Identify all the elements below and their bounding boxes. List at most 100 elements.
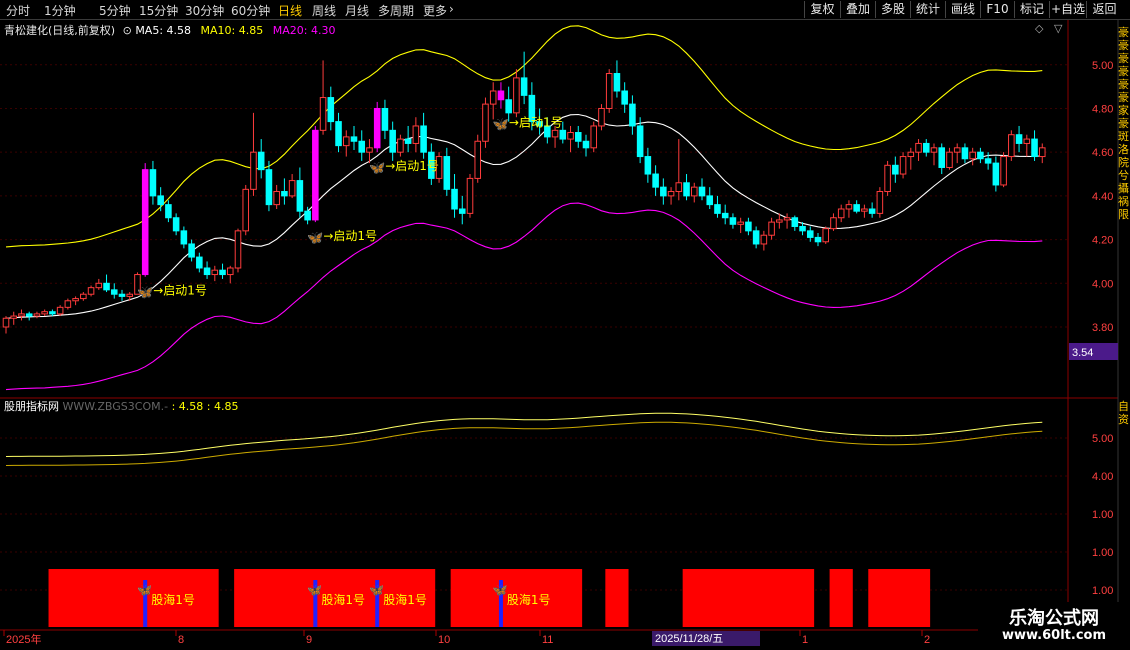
candle-body (582, 140, 590, 149)
indicator-name[interactable]: 股朋指标网 (4, 400, 59, 413)
candle-body (667, 191, 675, 197)
tab-timeshare[interactable]: 分时 (6, 2, 30, 19)
watermark-title: 乐淘公式网 (1009, 608, 1099, 629)
candle-body (474, 140, 482, 179)
candle-body (95, 282, 103, 289)
candle-body (18, 313, 25, 317)
candle-body (768, 221, 775, 236)
candle-body (420, 125, 427, 153)
candle-body (157, 195, 164, 206)
candle-body (126, 293, 134, 297)
date-label: 9 (306, 634, 312, 646)
candle-body (853, 204, 860, 212)
tab-1min[interactable]: 1分钟 (44, 2, 76, 19)
candle-body (706, 195, 714, 206)
candle-body (861, 208, 868, 212)
candle-body (342, 136, 350, 147)
draw-line-button[interactable]: 画线 (945, 1, 980, 18)
candle-body (451, 188, 458, 210)
candle-body (899, 156, 907, 175)
chevron-right-icon[interactable]: › (449, 2, 454, 16)
candle-body (41, 311, 48, 315)
overlay-button[interactable]: 叠加 (840, 1, 875, 18)
candle-body (783, 217, 791, 221)
candle-body (281, 191, 288, 197)
price-axis-label: 5.00 (1092, 60, 1113, 72)
tab-15min[interactable]: 15分钟 (139, 2, 178, 19)
signal-label: 股海1号 (151, 592, 195, 607)
candle-body (574, 132, 582, 142)
candle-body (830, 217, 837, 230)
candle-body (953, 147, 961, 153)
signal-label: →启动1号 (509, 115, 563, 129)
candle-body (868, 208, 876, 214)
tab-multi-period[interactable]: 多周期 (378, 2, 414, 19)
period-toolbar: 分时 1分钟 5分钟 15分钟 30分钟 60分钟 日线 周线 月线 多周期 更… (0, 0, 1130, 20)
candle-body (327, 97, 335, 123)
add-watchlist-button[interactable]: +自选 (1049, 1, 1086, 18)
tab-weekly[interactable]: 周线 (312, 2, 336, 19)
settings-icon[interactable]: ⊙ (123, 24, 132, 37)
candle-body (118, 293, 126, 297)
f10-button[interactable]: F10 (980, 1, 1014, 18)
collapse-icon[interactable]: ▽ (1054, 22, 1062, 35)
candle-body (984, 158, 992, 164)
candle-body (598, 107, 605, 127)
candle-body (33, 313, 41, 317)
restore-right-button[interactable]: 复权 (804, 1, 840, 18)
signal-label: 股海1号 (321, 592, 365, 607)
diamond-icon[interactable]: ◇ (1035, 22, 1043, 35)
candle-body (845, 204, 853, 210)
kline-chart[interactable]: 🦋 →启动1号🦋 →启动1号🦋 →启动1号🦋 →启动1号 🦋股海1号🦋股海1号🦋股海1号… (0, 20, 1130, 650)
butterfly-icon: 🦋 (307, 583, 322, 597)
indicator-bars: 🦋股海1号🦋股海1号🦋股海1号🦋股海1号 (48, 569, 931, 627)
signal-label: →启动1号 (153, 284, 207, 298)
candle-body (110, 289, 118, 295)
back-button[interactable]: 返回 (1086, 1, 1122, 18)
right-side-panel: 豪豪豪豪豪豪家豪斑洛院兮攝祸限 (1118, 20, 1130, 400)
candle-body (698, 186, 706, 197)
candle-body (466, 177, 474, 214)
tab-daily[interactable]: 日线 (278, 2, 302, 19)
tab-30min[interactable]: 30分钟 (185, 2, 224, 19)
candle-body (892, 164, 899, 175)
candle-body (188, 243, 195, 258)
candle-body (876, 191, 884, 214)
date-label: 2025年 (6, 632, 41, 646)
candle-body (938, 147, 946, 168)
ma5-value: MA5: 4.58 (135, 24, 192, 37)
mark-button[interactable]: 标记 (1014, 1, 1049, 18)
candle-body (745, 221, 752, 232)
candle-body (141, 169, 149, 276)
candle-body (652, 173, 659, 188)
indicator-values: : 4.58 : 4.85 (171, 400, 239, 413)
candle-body (103, 282, 110, 291)
date-label: 1 (802, 634, 808, 646)
candle-body (373, 107, 381, 149)
candle-body (80, 293, 87, 300)
indicator-axis-label: 1.00 (1092, 585, 1113, 597)
price-tag: 3.54 (1072, 347, 1093, 359)
candle-body (760, 234, 768, 245)
candle-body (56, 306, 64, 315)
candle-body (257, 151, 265, 171)
date-label: 2 (924, 634, 930, 646)
side-text: 豪豪豪豪豪豪家豪斑洛院兮攝祸限 (1118, 26, 1129, 221)
candle-body (443, 156, 451, 190)
multi-stock-button[interactable]: 多股 (875, 1, 910, 18)
candle-body (265, 169, 273, 206)
indicator-axis-label: 5.00 (1092, 433, 1113, 445)
price-axis-label: 4.40 (1092, 191, 1113, 203)
tab-60min[interactable]: 60分钟 (231, 2, 270, 19)
tab-more[interactable]: 更多 (423, 2, 447, 19)
candle-body (219, 269, 226, 276)
tab-5min[interactable]: 5分钟 (99, 2, 131, 19)
stock-title[interactable]: 青松建化(日线,前复权) (4, 24, 115, 37)
candle-body (250, 151, 257, 190)
candle-body (752, 230, 760, 245)
indicator-axis-label: 1.00 (1092, 509, 1113, 521)
candle-body (180, 230, 188, 245)
candle-body (296, 180, 304, 212)
tab-monthly[interactable]: 月线 (345, 2, 369, 19)
statistics-button[interactable]: 统计 (910, 1, 945, 18)
